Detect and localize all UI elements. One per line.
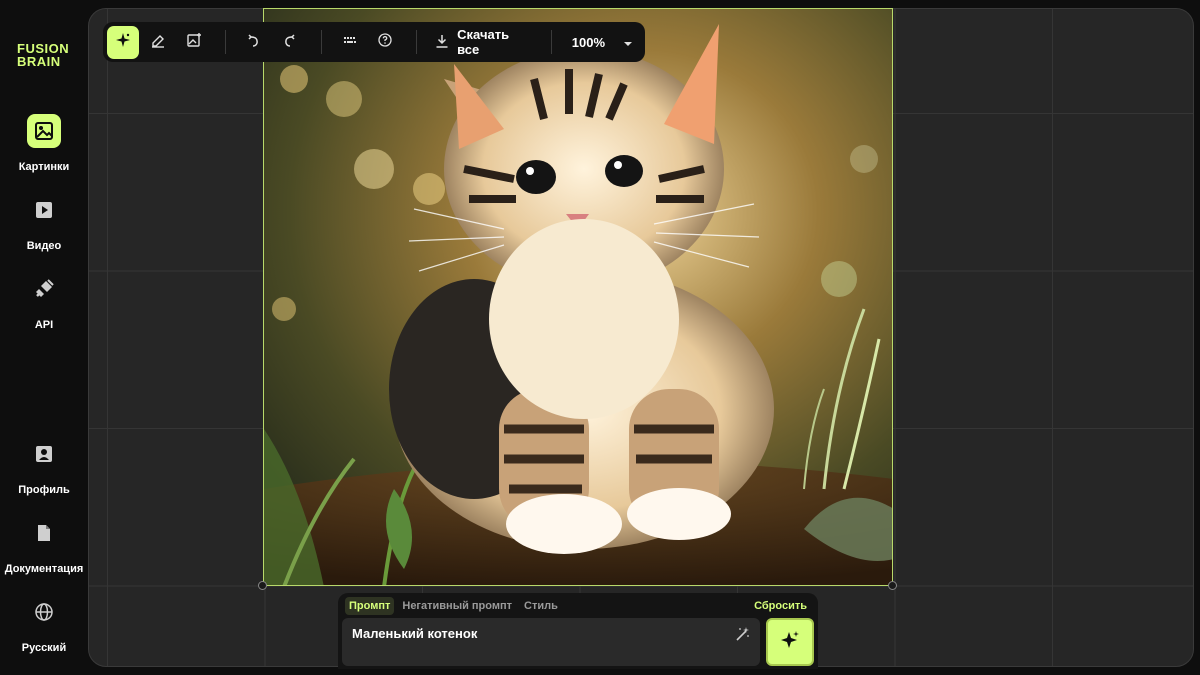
undo-icon	[246, 32, 262, 53]
download-all-button[interactable]: Скачать все	[429, 27, 539, 57]
sidebar-item-label: Картинки	[18, 161, 70, 173]
toolbar-divider	[224, 30, 226, 54]
image-edit-icon	[186, 32, 202, 53]
keyboard-shortcuts-button[interactable]	[334, 26, 366, 59]
download-all-label: Скачать все	[457, 27, 510, 57]
undo-button[interactable]	[238, 26, 270, 59]
toolbar-divider	[416, 30, 418, 54]
resize-handle-bottom-right[interactable]	[888, 581, 897, 590]
logo-line-2: BRAIN	[17, 54, 61, 69]
plug-icon	[27, 272, 61, 306]
sidebar-item-docs[interactable]: Документация	[0, 516, 88, 575]
sparkle-icon	[780, 630, 800, 655]
video-icon	[27, 193, 61, 227]
sidebar-item-label: Видео	[26, 240, 62, 252]
sidebar-item-images[interactable]: Картинки	[0, 114, 88, 173]
zoom-value: 100%	[571, 34, 605, 50]
kitten-image[interactable]	[263, 8, 893, 586]
document-icon	[27, 516, 61, 550]
redo-icon	[281, 32, 297, 53]
profile-icon	[27, 437, 61, 471]
help-button[interactable]	[369, 26, 401, 59]
help-icon	[377, 32, 393, 53]
image-edit-button[interactable]	[178, 26, 210, 59]
toolbar-divider	[550, 30, 552, 54]
prompt-text: Маленький котенок	[352, 626, 478, 641]
eraser-button[interactable]	[142, 26, 174, 59]
sidebar-item-profile[interactable]: Профиль	[0, 437, 88, 496]
sidebar-item-language[interactable]: Русский	[0, 595, 88, 654]
fusion-brain-logo[interactable]: FUSION BRAIN	[17, 42, 69, 68]
generate-button[interactable]	[766, 618, 814, 666]
prompt-tabs: Промпт Негативный промпт Стиль	[345, 597, 562, 615]
redo-button[interactable]	[273, 26, 305, 59]
resize-handle-bottom-left[interactable]	[258, 581, 267, 590]
image-icon	[27, 114, 61, 148]
sidebar-item-api[interactable]: API	[0, 272, 88, 331]
tab-prompt[interactable]: Промпт	[345, 597, 395, 615]
sparkle-tool-icon	[115, 32, 131, 53]
sidebar-item-video[interactable]: Видео	[0, 193, 88, 252]
kitten-illustration	[264, 9, 892, 585]
sparkle-tool-button[interactable]	[107, 25, 140, 59]
zoom-select[interactable]: 100%	[564, 35, 641, 50]
globe-icon	[27, 595, 61, 629]
magic-wand-icon[interactable]	[734, 626, 750, 645]
reset-button[interactable]: Сбросить	[754, 600, 807, 612]
canvas-toolbar: Скачать все 100%	[103, 22, 645, 62]
prompt-panel: Промпт Негативный промпт Стиль Сбросить …	[338, 593, 818, 669]
sidebar: FUSION BRAIN Картинки Видео API Профиль …	[0, 0, 88, 675]
download-icon	[435, 34, 449, 51]
sidebar-item-label: Документация	[4, 563, 84, 575]
eraser-icon	[150, 32, 166, 53]
sidebar-item-label: API	[34, 319, 54, 331]
keyboard-icon	[342, 32, 358, 53]
chevron-down-icon	[623, 35, 633, 50]
toolbar-divider	[320, 30, 322, 54]
tab-negative-prompt[interactable]: Негативный промпт	[398, 597, 516, 615]
prompt-input[interactable]: Маленький котенок	[342, 618, 760, 666]
sidebar-item-label: Русский	[21, 642, 67, 654]
tab-style[interactable]: Стиль	[520, 597, 562, 615]
sidebar-item-label: Профиль	[18, 484, 70, 496]
